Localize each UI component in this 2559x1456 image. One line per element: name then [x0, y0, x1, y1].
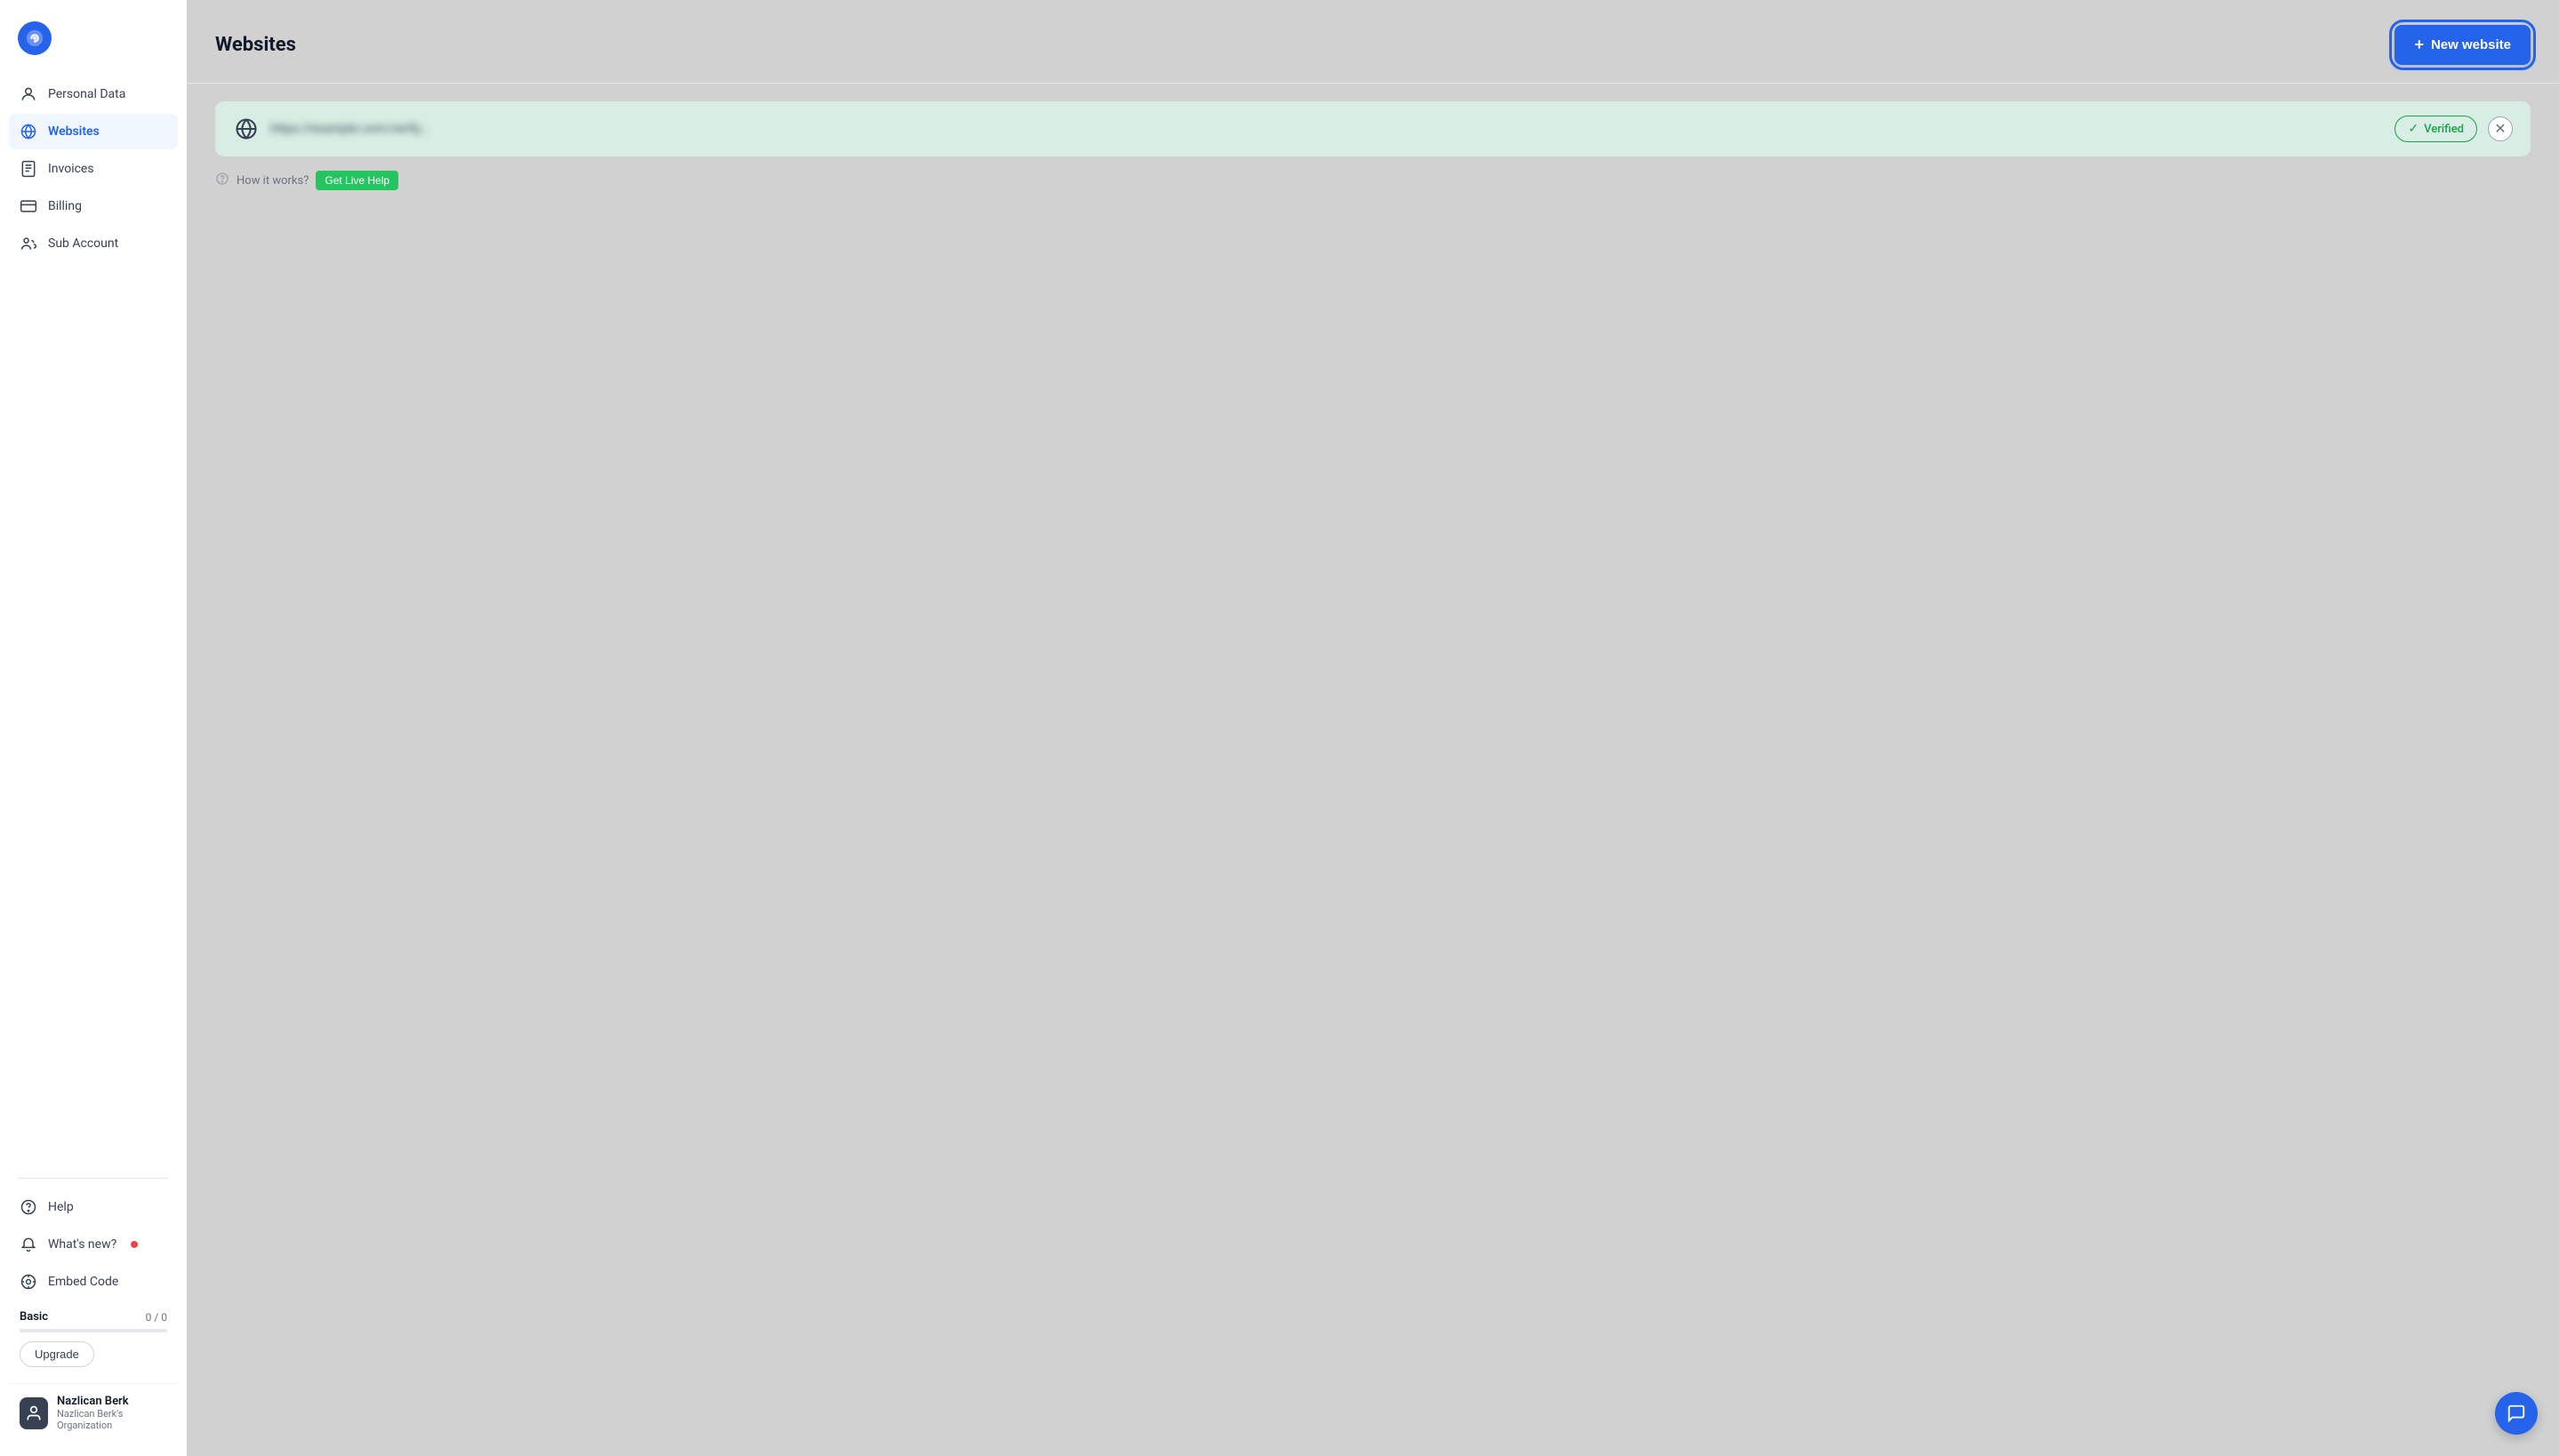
close-icon: ✕ — [2494, 120, 2506, 138]
how-it-works-text: How it works? — [237, 174, 309, 188]
sub-account-icon — [20, 235, 37, 252]
sidebar-item-label: Billing — [48, 199, 82, 213]
sidebar-item-whats-new[interactable]: What's new? — [9, 1227, 178, 1262]
plan-count: 0 / 0 — [146, 1311, 167, 1324]
sidebar-logo[interactable] — [0, 14, 187, 76]
new-website-button-wrapper: + New website — [2395, 25, 2531, 65]
website-left: https://example.com/verify... — [233, 116, 429, 142]
user-name: Nazlican Berk — [57, 1395, 167, 1408]
website-right: ✓ Verified ✕ — [2395, 116, 2513, 142]
page-title: Websites — [215, 34, 296, 56]
website-card: https://example.com/verify... ✓ Verified… — [215, 101, 2531, 156]
billing-icon — [20, 197, 37, 215]
sidebar-item-label: Invoices — [48, 162, 94, 176]
plan-name: Basic — [20, 1310, 48, 1324]
notification-dot — [131, 1241, 138, 1248]
how-it-works-section: How it works? Get Live Help — [215, 171, 2531, 190]
divider — [18, 1178, 169, 1179]
header-divider — [187, 83, 2559, 84]
embed-icon — [20, 1273, 37, 1291]
remove-website-button[interactable]: ✕ — [2488, 116, 2513, 141]
sidebar-item-label: Embed Code — [48, 1275, 118, 1289]
website-globe-icon — [233, 116, 260, 142]
sidebar-item-label: Websites — [48, 124, 100, 139]
upgrade-button[interactable]: Upgrade — [20, 1341, 94, 1367]
sidebar-item-label: Sub Account — [48, 236, 118, 251]
get-live-help-button[interactable]: Get Live Help — [316, 171, 398, 190]
person-icon — [20, 85, 37, 103]
sidebar-item-billing[interactable]: Billing — [9, 188, 178, 224]
plan-bar — [20, 1329, 167, 1332]
verified-badge: ✓ Verified — [2395, 116, 2477, 142]
verified-label: Verified — [2424, 123, 2464, 136]
app-logo[interactable] — [18, 21, 52, 55]
page-header: Websites + New website — [215, 25, 2531, 65]
user-info: Nazlican Berk Nazlican Berk's Organizati… — [57, 1395, 167, 1431]
sidebar-bottom: Help What's new? Embed Code — [0, 1169, 187, 1442]
website-url: https://example.com/verify... — [270, 122, 429, 136]
plan-section: Basic 0 / 0 Upgrade — [9, 1301, 178, 1376]
main-nav: Personal Data Websites Invoices — [0, 76, 187, 1169]
sidebar-item-websites[interactable]: Websites — [9, 114, 178, 149]
sidebar-item-personal-data[interactable]: Personal Data — [9, 76, 178, 112]
sidebar-item-label: What's new? — [48, 1237, 116, 1252]
sidebar: Personal Data Websites Invoices — [0, 0, 187, 1456]
main-content: Websites + New website https://example.c… — [187, 0, 2559, 1456]
globe-icon — [20, 123, 37, 140]
user-section[interactable]: Nazlican Berk Nazlican Berk's Organizati… — [9, 1383, 178, 1442]
sidebar-item-embed-code[interactable]: Embed Code — [9, 1264, 178, 1300]
invoice-icon — [20, 160, 37, 178]
new-website-button[interactable]: + New website — [2395, 25, 2531, 65]
help-icon — [20, 1198, 37, 1216]
avatar — [20, 1397, 48, 1429]
checkmark-icon: ✓ — [2408, 122, 2419, 136]
sidebar-item-invoices[interactable]: Invoices — [9, 151, 178, 187]
user-org: Nazlican Berk's Organization — [57, 1408, 167, 1431]
sidebar-item-label: Personal Data — [48, 87, 125, 101]
bell-icon — [20, 1236, 37, 1253]
sidebar-item-help[interactable]: Help — [9, 1189, 178, 1225]
chat-fab-button[interactable] — [2495, 1392, 2538, 1435]
new-website-button-label: New website — [2431, 37, 2511, 52]
plus-icon: + — [2414, 36, 2424, 54]
sidebar-item-sub-account[interactable]: Sub Account — [9, 226, 178, 261]
help-circle-icon — [215, 172, 229, 189]
sidebar-item-label: Help — [48, 1200, 74, 1214]
